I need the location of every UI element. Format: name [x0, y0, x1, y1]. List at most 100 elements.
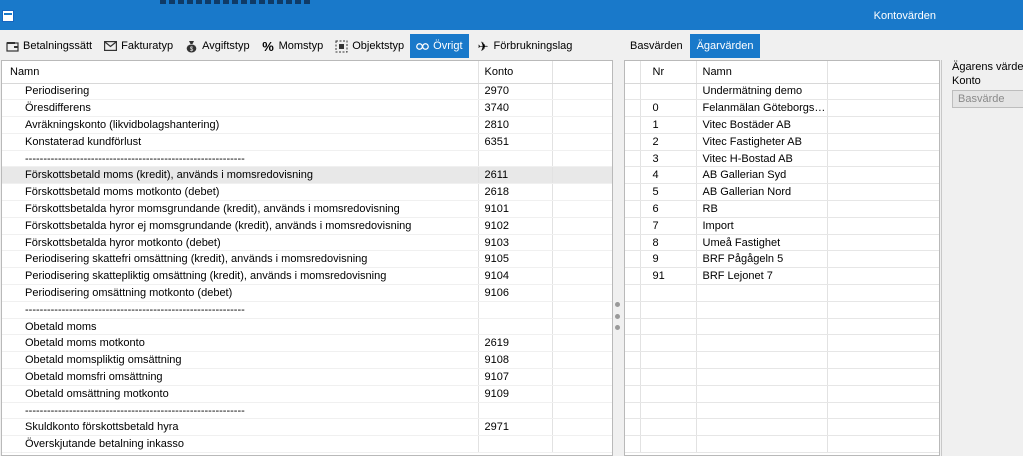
cell-konto[interactable] [478, 402, 553, 420]
cell-konto[interactable]: 2971 [478, 418, 553, 437]
table-row[interactable]: Obetald moms [2, 318, 612, 336]
cell-konto[interactable]: 9106 [478, 284, 553, 302]
table-row[interactable]: 4 AB Gallerian Syd [625, 166, 939, 185]
table-row[interactable]: Undermätning demo [625, 83, 939, 101]
table-row[interactable]: 5 AB Gallerian Nord [625, 183, 939, 202]
row-header[interactable] [625, 183, 641, 202]
table-row[interactable]: Öresdifferens 3740 [2, 99, 612, 118]
tab-avgiftstyp[interactable]: $ Avgiftstyp [179, 34, 256, 58]
tab-momstyp[interactable]: % Momstyp [255, 34, 330, 58]
row-header[interactable] [625, 301, 641, 319]
row-header[interactable] [625, 351, 641, 370]
column-header-konto[interactable]: Konto [478, 61, 553, 84]
table-row[interactable]: Periodisering 2970 [2, 83, 612, 101]
row-header[interactable] [625, 418, 641, 437]
table-row[interactable]: 91 BRF Lejonet 7 [625, 267, 939, 286]
tab-betalningssatt[interactable]: Betalningssätt [0, 34, 99, 58]
table-row[interactable]: Obetald momspliktig omsättning 9108 [2, 351, 612, 370]
cell-konto[interactable] [478, 435, 553, 454]
cell-namn: Obetald momsfri omsättning [2, 368, 479, 386]
owner-value-field[interactable]: Basvärde [952, 90, 1023, 108]
tab-agarvarden[interactable]: Ägarvärden [689, 34, 761, 58]
table-row[interactable]: Obetald moms motkonto 2619 [2, 334, 612, 353]
column-header-nr[interactable]: Nr [640, 61, 697, 84]
tab-objektstyp[interactable]: Objektstyp [329, 34, 411, 58]
cell-konto[interactable]: 9107 [478, 368, 553, 386]
cell-konto[interactable] [478, 301, 553, 319]
row-header[interactable] [625, 385, 641, 403]
table-row[interactable]: Avräkningskonto (likvidbolagshantering) 2… [2, 116, 612, 134]
table-row[interactable]: 7 Import [625, 217, 939, 235]
table-row[interactable]: Skuldkonto förskottsbetald hyra 2971 [2, 418, 612, 437]
row-header[interactable] [625, 83, 641, 101]
row-header[interactable] [625, 318, 641, 336]
cell-konto[interactable] [478, 150, 553, 168]
table-row[interactable]: 0 Felanmälan Göteborgs ... [625, 99, 939, 118]
table-row[interactable]: 9 BRF Pågågeln 5 [625, 250, 939, 269]
row-header[interactable] [625, 150, 641, 168]
column-header-namn[interactable]: Namn [696, 61, 828, 84]
row-header[interactable] [625, 133, 641, 151]
cell-konto[interactable]: 2810 [478, 116, 553, 134]
cell-konto[interactable]: 9103 [478, 234, 553, 252]
cell-konto[interactable]: 6351 [478, 133, 553, 151]
row-header[interactable] [625, 166, 641, 185]
table-row[interactable]: Förskottsbetalda hyror motkonto (debet) 9… [2, 234, 612, 252]
table-row[interactable]: 6 RB [625, 200, 939, 218]
table-row[interactable]: ----------------------------------------… [2, 301, 612, 319]
row-header[interactable] [625, 267, 641, 286]
table-row[interactable]: Överskjutande betalning inkasso [2, 435, 612, 454]
redacted-title [160, 0, 310, 4]
row-header[interactable] [625, 284, 641, 302]
cell-konto[interactable]: 9108 [478, 351, 553, 370]
cell-empty [552, 83, 612, 101]
table-row[interactable]: 1 Vitec Bostäder AB [625, 116, 939, 134]
row-header[interactable] [625, 368, 641, 386]
table-row[interactable]: 2 Vitec Fastigheter AB [625, 133, 939, 151]
tab-ovrigt[interactable]: Övrigt [410, 34, 469, 58]
cell-konto[interactable]: 2619 [478, 334, 553, 353]
table-row[interactable]: Förskottsbetalda hyror ej momsgrundande … [2, 217, 612, 235]
cell-konto[interactable]: 2618 [478, 183, 553, 202]
account-grid-panel[interactable]: Namn Konto Periodisering 2970 Öresdifferen… [1, 60, 613, 456]
owner-grid-panel[interactable]: Nr Namn Undermätning demo 0 Felanmälan Göt… [624, 60, 940, 456]
cell-konto[interactable]: 9102 [478, 217, 553, 235]
table-row[interactable]: ----------------------------------------… [2, 402, 612, 420]
table-row[interactable]: Förskottsbetald moms motkonto (debet) 261… [2, 183, 612, 202]
table-row[interactable]: Periodisering skattefri omsättning (kred… [2, 250, 612, 269]
table-row[interactable]: 8 Umeå Fastighet [625, 234, 939, 252]
row-header[interactable] [625, 234, 641, 252]
cell-konto[interactable]: 3740 [478, 99, 553, 118]
table-row[interactable]: Obetald omsättning motkonto 9109 [2, 385, 612, 403]
table-row[interactable]: Förskottsbetald moms (kredit), används i… [2, 166, 612, 185]
table-row[interactable]: 3 Vitec H-Bostad AB [625, 150, 939, 168]
row-header[interactable] [625, 99, 641, 118]
splitter-handle[interactable] [614, 302, 620, 330]
row-header[interactable] [625, 116, 641, 134]
tab-basvarden[interactable]: Basvärden [623, 34, 690, 58]
row-header[interactable] [625, 217, 641, 235]
cell-konto[interactable]: 9105 [478, 250, 553, 269]
table-row[interactable]: ----------------------------------------… [2, 150, 612, 168]
cell-konto[interactable]: 2970 [478, 83, 553, 101]
tab-forbrukningslag[interactable]: ✈ Förbrukningslag [468, 34, 579, 58]
table-row[interactable]: Förskottsbetalda hyror momsgrundande (kr… [2, 200, 612, 218]
tab-fakturatyp[interactable]: Fakturatyp [98, 34, 180, 58]
row-header[interactable] [625, 435, 641, 454]
row-header[interactable] [625, 200, 641, 218]
cell-konto[interactable] [478, 318, 553, 336]
cell-konto[interactable]: 9104 [478, 267, 553, 286]
row-header[interactable] [625, 250, 641, 269]
app-icon[interactable] [2, 10, 14, 22]
table-row[interactable]: Konstaterad kundförlust 6351 [2, 133, 612, 151]
column-header-namn[interactable]: Namn [2, 61, 479, 84]
cell-konto[interactable]: 9109 [478, 385, 553, 403]
row-header[interactable] [625, 402, 641, 420]
table-row[interactable]: Periodisering omsättning motkonto (debet… [2, 284, 612, 302]
table-row[interactable]: Periodisering skattepliktig omsättning (… [2, 267, 612, 286]
cell-konto[interactable]: 2611 [478, 166, 553, 185]
table-row[interactable]: Obetald momsfri omsättning 9107 [2, 368, 612, 386]
row-header[interactable] [625, 334, 641, 353]
empty-row [625, 318, 939, 336]
cell-konto[interactable]: 9101 [478, 200, 553, 218]
